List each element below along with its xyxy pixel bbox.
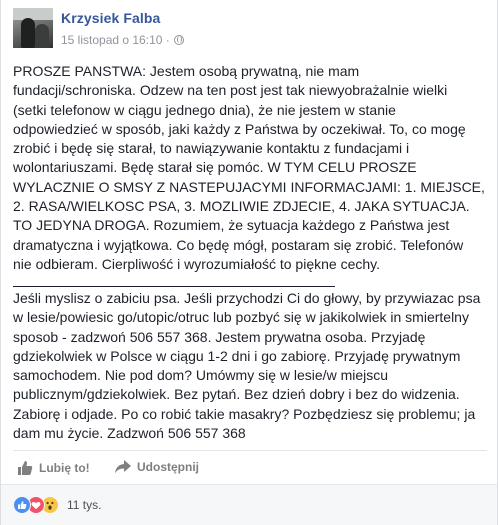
post-actions: Lubię to! Udostępnij (13, 456, 487, 482)
thumbs-up-icon (18, 461, 33, 475)
text-line: PROSZE PANSTWA: Jestem osobą prywatną, n… (13, 63, 360, 79)
reactions-bar: 11 tys. (1, 485, 497, 525)
text-line: Jeśli myslisz o zabiciu psa. Jeśli przyc… (13, 290, 481, 306)
text-line: nie odbieram. Cierpliwość i wyrozumiałoś… (13, 255, 381, 272)
text-line: sposob - zadzwoń 506 557 368. Jestem pry… (13, 328, 426, 345)
text-line: w lesie/powiesic go/utopic/otruc lub poz… (13, 309, 469, 326)
globe-icon (173, 35, 184, 45)
share-arrow-icon (115, 460, 131, 474)
text-line: zrobić i będę się starał, to nawiązywani… (13, 140, 410, 157)
text-line: 2. RASA/WIELKOSC PSA, 3. MOZLIWIE ZDJECI… (13, 198, 470, 215)
text-line: dam mu życie. Zadzwoń 506 557 368 (13, 425, 246, 442)
reaction-count[interactable]: 11 tys. (67, 498, 101, 512)
reaction-icons[interactable] (13, 496, 59, 514)
text-line: wolontariuszami. Będę starał się pomóc. … (13, 159, 417, 176)
actions-divider (13, 450, 487, 451)
author-name[interactable]: Krzysiek Falba (61, 10, 160, 26)
post-paragraph-2: Jeśli myslisz o zabiciu psa. Jeśli przyc… (13, 289, 489, 443)
like-button[interactable]: Lubię to! (17, 460, 90, 476)
like-button-label: Lubię to! (39, 461, 90, 475)
post-timestamp[interactable]: 15 listopad o 16:10 · (61, 33, 170, 47)
post-header: Krzysiek Falba 15 listopad o 16:10 · (13, 8, 483, 52)
post-card: Krzysiek Falba 15 listopad o 16:10 · PRO… (0, 0, 498, 525)
text-line: samochodem. Nie pod dom? Umówmy się w le… (13, 367, 389, 384)
text-line: Zabiorę i odjade. Po co robić takie masa… (13, 405, 476, 422)
text-line: WYLACZNIE O SMSY Z NASTEPUJACYMI INFORMA… (13, 178, 485, 195)
text-line: fundacji/schroniska. Odzew na ten post j… (13, 82, 448, 99)
like-reaction-icon (13, 496, 31, 514)
text-line: gdziekolwiek w Polsce w ciągu 1-2 dni i … (13, 347, 461, 364)
text-line: dramatyczna i wyjątkowa. Co będę mógł, p… (13, 236, 464, 253)
post-paragraph-1: PROSZE PANSTWA: Jestem osobą prywatną, n… (13, 62, 489, 274)
post-meta: 15 listopad o 16:10 · (61, 33, 184, 47)
post-text: PROSZE PANSTWA: Jestem osobą prywatną, n… (13, 62, 489, 274)
share-button[interactable]: Udostępnij (115, 460, 199, 474)
share-button-label: Udostępnij (137, 460, 199, 474)
text-line: publicznym/gdziekolwiek. Bez pytań. Bez … (13, 386, 460, 403)
avatar[interactable] (13, 8, 53, 48)
text-line: odpowiedzieć w sposób, jaki każdy z Pańs… (13, 120, 466, 137)
text-line: (setki telefonow w ciągu jednego dnia), … (13, 101, 396, 118)
divider-line (13, 286, 335, 287)
text-line: TO JEDYNA DROGA. Rozumiem, że sytuacja k… (13, 217, 450, 234)
